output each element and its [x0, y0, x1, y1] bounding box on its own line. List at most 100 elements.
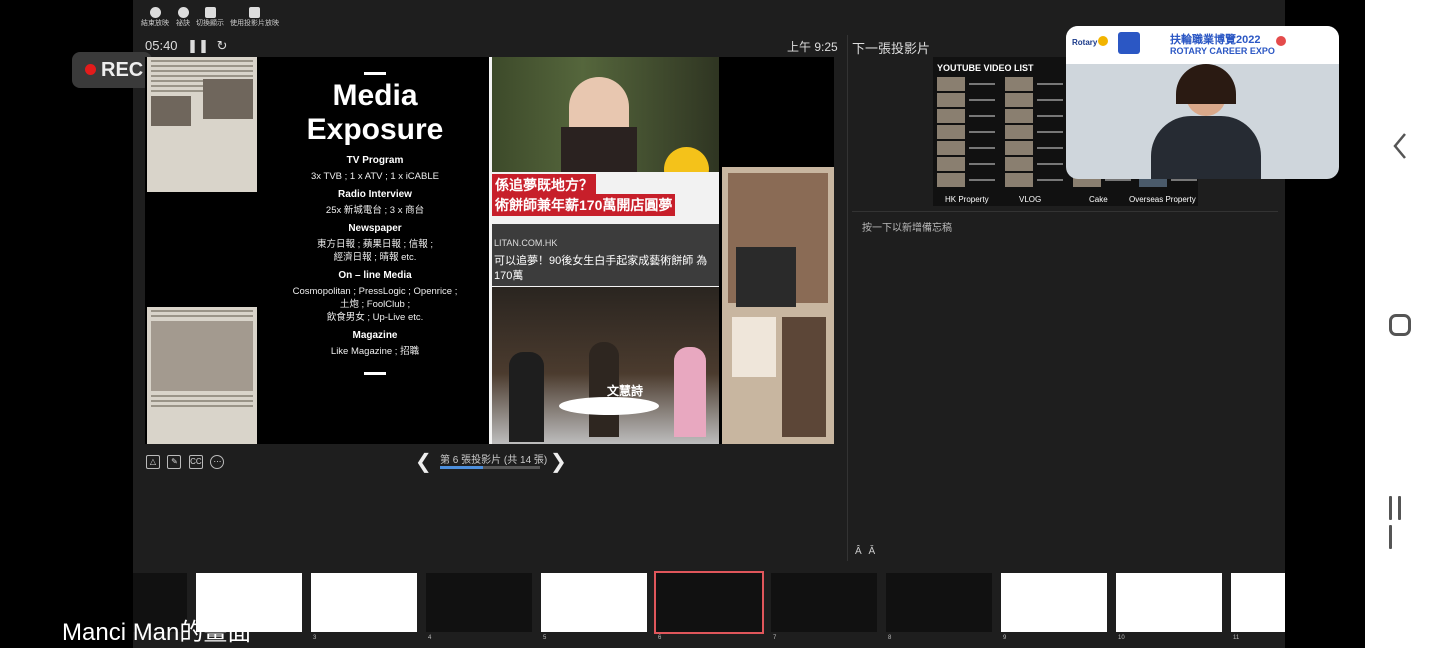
video-thumb — [1005, 173, 1033, 187]
section-text: 3x TVB ; 1 x ATV ; 1 x iCABLE — [311, 171, 439, 182]
video-thumb — [937, 93, 965, 107]
filmstrip-thumb[interactable] — [654, 571, 764, 634]
slide-progress-bar — [440, 466, 540, 469]
section-text: 25x 新城電台 ; 3 x 商台 — [325, 205, 425, 216]
laser-pointer-icon[interactable]: △ — [146, 454, 160, 469]
section-text: Cosmopolitan ; PressLogic ; Openrice ; 土… — [292, 286, 458, 323]
back-icon[interactable] — [1392, 130, 1408, 162]
close-icon — [149, 7, 161, 18]
section-heading: Radio Interview — [338, 189, 412, 200]
current-slide[interactable]: Media Exposure TV Program 3x TVB ; 1 x A… — [145, 57, 834, 444]
slide-title: Media Exposure — [306, 79, 444, 146]
filmstrip-thumb-number: 3 — [313, 635, 317, 641]
filmstrip-thumb-number: 4 — [428, 635, 432, 641]
video-title-line — [1037, 83, 1063, 85]
video-title-line — [969, 179, 995, 181]
panel-divider — [847, 35, 848, 561]
video-title-line — [1037, 115, 1063, 117]
article-image: 係追夢既地方？ 術餅師兼年薪170萬開店圓夢 LITAN.COM.HK 可以追夢… — [489, 57, 719, 444]
filmstrip-thumb-number: 8 — [888, 635, 892, 641]
tips-button[interactable]: 祕訣 — [176, 7, 190, 28]
section-heading: On – line Media — [338, 270, 412, 281]
section-heading: Magazine — [352, 330, 398, 341]
font-size-controls[interactable]: Â Ǎ — [855, 546, 875, 557]
slide-text-block: Media Exposure TV Program 3x TVB ; 1 x A… — [260, 57, 490, 444]
filmstrip-thumb[interactable] — [426, 573, 532, 632]
increase-font-icon[interactable]: Â — [855, 546, 862, 557]
video-title-line — [1037, 99, 1063, 101]
filmstrip-thumb[interactable] — [1116, 573, 1222, 632]
record-icon — [85, 64, 96, 75]
notes-separator — [852, 211, 1278, 212]
video-thumb — [937, 141, 965, 155]
video-title-line — [1037, 179, 1063, 181]
participant-name: Manci Man的畫面 — [62, 619, 252, 646]
swap-icon — [204, 7, 216, 18]
video-thumb — [1005, 157, 1033, 171]
filmstrip-thumb[interactable] — [1231, 573, 1285, 632]
pause-icon[interactable]: ❚❚ — [187, 38, 209, 54]
magazine-image — [722, 167, 834, 444]
webcam-video: Rotary 扶輪職業博覽2022 ROTARY CAREER EXPO — [1066, 26, 1339, 179]
home-icon[interactable] — [1389, 314, 1411, 336]
use-slideshow-button[interactable]: 使用投影片放映 — [230, 7, 279, 28]
section-text: 東方日報 ; 蘋果日報 ; 信報 ; 經濟日報 ; 晴報 etc. — [316, 239, 434, 263]
filmstrip-thumb[interactable] — [886, 573, 992, 632]
video-thumb — [1005, 93, 1033, 107]
next-slide-button[interactable]: ❯ — [550, 449, 567, 474]
next-slide-title: YOUTUBE VIDEO LIST — [937, 63, 1034, 73]
progress-fill — [440, 466, 483, 469]
video-title-line — [1037, 131, 1063, 133]
clock: 上午 9:25 — [787, 40, 838, 54]
switch-display-button[interactable]: 切換顯示 — [196, 7, 224, 28]
partner-logo-icon — [1276, 36, 1286, 46]
filmstrip-thumb-number: 10 — [1118, 635, 1125, 641]
video-title-line — [1171, 179, 1197, 181]
subtitles-icon[interactable]: CC — [188, 454, 203, 469]
video-title-line — [1037, 147, 1063, 149]
more-options-icon[interactable]: ⋯ — [210, 454, 225, 469]
filmstrip-thumb-number: 11 — [1233, 635, 1240, 641]
filmstrip-thumb-number: 5 — [543, 635, 547, 641]
decrease-font-icon[interactable]: Ǎ — [868, 546, 875, 557]
video-thumb — [937, 157, 965, 171]
column-label: Overseas Property — [1129, 195, 1196, 204]
filmstrip-thumb[interactable] — [541, 573, 647, 632]
previous-slide-button[interactable]: ❮ — [415, 449, 432, 474]
person-body — [1151, 116, 1261, 179]
elapsed-timer: 05:40 ❚❚ ↻ — [145, 38, 228, 54]
pen-icon[interactable]: ✎ — [167, 454, 182, 469]
filmstrip-thumb[interactable] — [1001, 573, 1107, 632]
filmstrip-thumb-number: 7 — [773, 635, 777, 641]
video-thumb — [1005, 77, 1033, 91]
filmstrip-thumb[interactable] — [771, 573, 877, 632]
filmstrip-thumb-number: 9 — [1003, 635, 1007, 641]
recording-badge: REC — [72, 52, 152, 88]
divider — [364, 72, 386, 75]
section-heading: TV Program — [346, 155, 404, 166]
video-thumb — [1005, 125, 1033, 139]
section-text: Like Magazine ; 招職 — [330, 346, 420, 357]
recent-apps-icon[interactable] — [1389, 496, 1413, 549]
next-slide-label: 下一張投影片 — [852, 41, 931, 56]
screen-icon — [249, 7, 260, 18]
end-show-button[interactable]: 結束放映 — [141, 7, 169, 28]
video-title-line — [1105, 179, 1131, 181]
info-icon — [177, 7, 189, 18]
video-thumb — [1005, 109, 1033, 123]
filmstrip-thumb[interactable] — [311, 573, 417, 632]
expo-banner: Rotary 扶輪職業博覽2022 ROTARY CAREER EXPO — [1066, 26, 1339, 64]
video-title-line — [969, 131, 995, 133]
section-heading: Newspaper — [348, 223, 402, 234]
video-title-line — [969, 83, 995, 85]
video-thumb — [937, 77, 965, 91]
column-label: HK Property — [945, 195, 989, 204]
video-title-line — [969, 147, 995, 149]
video-thumb — [937, 125, 965, 139]
video-title-line — [1037, 163, 1063, 165]
restart-icon[interactable]: ↻ — [217, 38, 228, 54]
video-thumb — [1005, 141, 1033, 155]
video-title-line — [969, 99, 995, 101]
speaker-notes[interactable]: 按一下以新增備忘稿 — [862, 219, 952, 234]
video-thumb — [937, 173, 965, 187]
